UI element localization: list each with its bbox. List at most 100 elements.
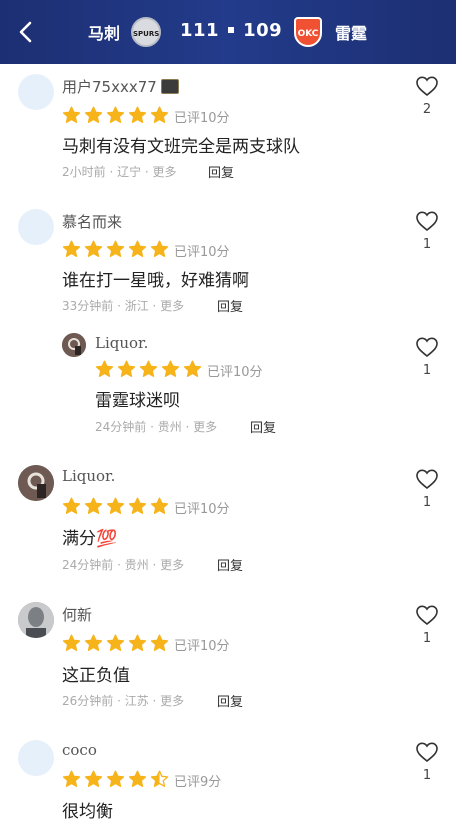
rating-stars	[62, 497, 172, 517]
reply-item: Liquor. 已评10分 雷霆球迷呗 24分钟前 · 贵州 · 更多 回复 1	[0, 327, 456, 453]
like-count: 1	[422, 631, 432, 646]
star-icon	[139, 360, 158, 377]
score-label: 已评9分	[174, 775, 222, 790]
star-icon	[150, 634, 169, 651]
avatar[interactable]	[18, 465, 54, 501]
reply-button[interactable]: 回复	[250, 417, 276, 436]
comment-user[interactable]: 用户75xxx77	[62, 76, 179, 97]
comment-text: 马刺有没有文班完全是两支球队	[62, 137, 300, 157]
user-name[interactable]: 慕名而来	[62, 211, 122, 232]
star-icon	[106, 634, 125, 651]
comment-meta[interactable]: 26分钟前 · 江苏 · 更多	[62, 692, 184, 709]
star-icon	[128, 240, 147, 257]
score-label: 已评10分	[174, 111, 230, 126]
comment-text: 这正负值	[62, 666, 130, 686]
star-icon	[161, 360, 180, 377]
home-team-name[interactable]: 马刺	[88, 20, 120, 44]
comment-item: coco 已评9分 很均衡 1	[0, 724, 456, 826]
heart-icon[interactable]	[415, 604, 439, 626]
heart-icon[interactable]	[415, 210, 439, 232]
star-icon	[84, 497, 103, 514]
star-icon	[117, 360, 136, 377]
star-icon	[150, 240, 169, 257]
star-icon	[62, 634, 81, 651]
heart-icon[interactable]	[415, 75, 439, 97]
score-separator-icon	[228, 26, 235, 33]
comment-list[interactable]: 用户75xxx77 已评10分 马刺有没有文班完全是两支球队 2小时前 · 辽宁…	[0, 64, 456, 826]
avatar[interactable]	[62, 333, 86, 357]
star-icon	[62, 497, 81, 514]
comment-text: 很均衡	[62, 802, 113, 822]
comment-meta[interactable]: 33分钟前 · 浙江 · 更多	[62, 297, 184, 314]
star-icon	[84, 240, 103, 257]
reply-button[interactable]: 回复	[217, 555, 243, 574]
star-icon	[84, 770, 103, 787]
star-icon	[62, 106, 81, 123]
like-count: 1	[422, 237, 432, 252]
star-icon	[106, 106, 125, 123]
like-count: 1	[422, 768, 432, 783]
star-icon	[150, 497, 169, 514]
score-label: 已评10分	[174, 245, 230, 260]
avatar-photo-icon	[18, 602, 54, 638]
away-team-name[interactable]: 雷霆	[335, 20, 367, 44]
star-icon	[106, 770, 125, 787]
game-header: 马刺 SPURS 111 109 OKC 雷霆	[0, 0, 456, 64]
avatar-photo-icon	[18, 465, 54, 501]
avatar[interactable]	[18, 209, 54, 245]
star-icon	[84, 106, 103, 123]
avatar[interactable]	[18, 740, 54, 776]
rating-stars	[62, 770, 172, 790]
like-count: 2	[422, 102, 432, 117]
user-name[interactable]: 用户75xxx77	[62, 78, 157, 96]
star-icon	[106, 497, 125, 514]
user-name[interactable]: Liquor.	[62, 467, 115, 485]
score: 111 109	[180, 20, 282, 41]
user-name[interactable]: Liquor.	[95, 334, 148, 352]
score-left: 111	[180, 20, 220, 41]
avatar-photo-icon	[62, 333, 86, 357]
comment-item: Liquor. 已评10分 满分💯 24分钟前 · 贵州 · 更多 回复 1	[0, 453, 456, 588]
reply-button[interactable]: 回复	[208, 162, 234, 181]
spurs-logo-icon[interactable]: SPURS	[131, 17, 161, 47]
score-label: 已评10分	[207, 365, 263, 380]
user-name[interactable]: coco	[62, 741, 97, 759]
comment-item: 用户75xxx77 已评10分 马刺有没有文班完全是两支球队 2小时前 · 辽宁…	[0, 64, 456, 199]
star-icon	[128, 497, 147, 514]
star-icon	[62, 770, 81, 787]
comment-text: 满分💯	[62, 529, 118, 549]
rating-stars	[62, 240, 172, 260]
comment-meta[interactable]: 24分钟前 · 贵州 · 更多	[62, 556, 184, 573]
rating-stars	[62, 634, 172, 654]
star-icon	[150, 770, 169, 787]
star-icon	[95, 360, 114, 377]
star-icon	[128, 106, 147, 123]
user-badge-icon	[160, 79, 179, 94]
score-label: 已评10分	[174, 639, 230, 654]
user-name[interactable]: 何新	[62, 604, 92, 625]
reply-button[interactable]: 回复	[217, 296, 243, 315]
star-icon	[128, 770, 147, 787]
rating-stars	[95, 360, 205, 380]
comment-item: 何新 已评10分 这正负值 26分钟前 · 江苏 · 更多 回复 1	[0, 588, 456, 724]
like-count: 1	[422, 363, 432, 378]
comment-meta[interactable]: 2小时前 · 辽宁 · 更多	[62, 163, 177, 180]
star-icon	[84, 634, 103, 651]
star-icon	[150, 106, 169, 123]
comment-meta[interactable]: 24分钟前 · 贵州 · 更多	[95, 418, 217, 435]
thunder-logo-icon[interactable]: OKC	[294, 17, 322, 47]
back-button[interactable]	[12, 18, 40, 46]
reply-button[interactable]: 回复	[217, 691, 243, 710]
like-count: 1	[422, 495, 432, 510]
star-icon	[128, 634, 147, 651]
comment-text: 谁在打一星哦，好难猜啊	[62, 271, 249, 291]
heart-icon[interactable]	[415, 336, 439, 358]
heart-icon[interactable]	[415, 468, 439, 490]
avatar[interactable]	[18, 602, 54, 638]
score-right: 109	[243, 20, 283, 41]
chevron-left-icon	[19, 21, 32, 43]
star-icon	[183, 360, 202, 377]
heart-icon[interactable]	[415, 741, 439, 763]
comment-text: 雷霆球迷呗	[95, 391, 180, 411]
avatar[interactable]	[18, 74, 54, 110]
